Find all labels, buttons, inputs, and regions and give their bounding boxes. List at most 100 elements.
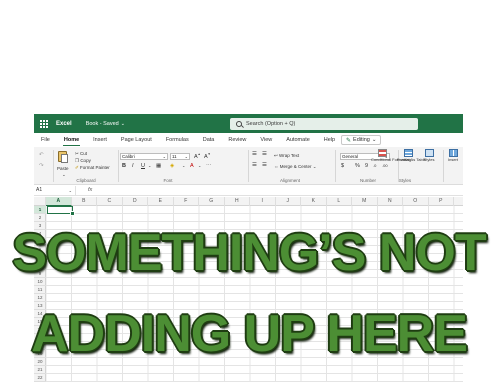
function-icon[interactable]: fx bbox=[88, 187, 92, 193]
decrease-font-size-icon[interactable]: A▼ bbox=[204, 152, 211, 160]
search-placeholder: Search (Option + Q) bbox=[246, 121, 296, 127]
tab-home[interactable]: Home bbox=[57, 133, 86, 147]
paste-button[interactable] bbox=[57, 151, 69, 164]
align-top-icon[interactable]: ☰ bbox=[252, 151, 257, 157]
selected-cell[interactable] bbox=[47, 206, 75, 216]
formula-bar: A1 ⌄ fx bbox=[34, 185, 463, 196]
tab-formulas[interactable]: Formulas bbox=[159, 133, 196, 147]
italic-button[interactable]: I bbox=[132, 163, 134, 169]
column-headers: ABCDEFGHIJKLMNOP bbox=[34, 197, 463, 206]
format-painter-button[interactable]: ✐ Format Painter bbox=[75, 165, 110, 171]
percent-button[interactable]: % bbox=[355, 163, 360, 169]
chevron-down-icon[interactable]: ⌄ bbox=[198, 163, 201, 168]
row-header-21[interactable]: 21 bbox=[34, 366, 46, 374]
copy-label: Copy bbox=[80, 158, 91, 163]
name-box[interactable]: A1 ⌄ bbox=[34, 185, 76, 195]
format-as-table-label: Format As Table bbox=[397, 157, 426, 162]
tab-file[interactable]: File bbox=[34, 133, 57, 147]
app-name[interactable]: Excel bbox=[56, 121, 72, 127]
app-launcher-icon[interactable] bbox=[34, 114, 54, 133]
increase-font-size-icon[interactable]: A▲ bbox=[194, 152, 201, 160]
column-header-g[interactable]: G bbox=[199, 197, 225, 206]
font-color-icon[interactable]: A bbox=[190, 163, 194, 169]
chevron-down-icon[interactable]: ⌄ bbox=[148, 163, 151, 168]
cell-styles-icon bbox=[424, 149, 434, 157]
undo-group: ↶ ↷ bbox=[36, 149, 52, 183]
row-header-1[interactable]: 1 bbox=[34, 206, 46, 214]
chevron-down-icon: ⌄ bbox=[162, 154, 166, 159]
cut-button[interactable]: ✂ Cut bbox=[75, 151, 87, 157]
tab-help[interactable]: Help bbox=[317, 133, 342, 147]
chevron-down-icon: ⌄ bbox=[120, 120, 125, 127]
font-name-select[interactable]: Calibri ⌄ bbox=[120, 153, 168, 160]
font-name-value: Calibri bbox=[122, 154, 135, 159]
paste-label[interactable]: Paste bbox=[57, 166, 69, 171]
font-size-value: 11 bbox=[172, 154, 177, 159]
redo-icon[interactable]: ↷ bbox=[39, 163, 44, 169]
column-header-d[interactable]: D bbox=[123, 197, 148, 206]
insert-cells-icon bbox=[448, 149, 458, 157]
bold-button[interactable]: B bbox=[122, 163, 126, 169]
cut-label: Cut bbox=[80, 151, 88, 156]
column-header-a[interactable]: A bbox=[46, 197, 72, 206]
alignment-group: ☰ ☰ ☰ ☰ ↩ Wrap Text ⇔ Merge & Center ⌄ A… bbox=[250, 149, 330, 183]
wrap-text-icon: ↩ bbox=[274, 153, 278, 158]
tab-view[interactable]: View bbox=[253, 133, 279, 147]
cell-styles-button[interactable]: Styles bbox=[421, 149, 437, 162]
scissors-icon: ✂ bbox=[75, 151, 79, 156]
row-header-11[interactable]: 11 bbox=[34, 286, 46, 294]
document-name-label: Book - Saved bbox=[85, 120, 119, 127]
underline-button[interactable]: U bbox=[141, 163, 145, 169]
align-middle-icon[interactable]: ☰ bbox=[262, 151, 267, 157]
wrap-text-button[interactable]: ↩ Wrap Text bbox=[274, 153, 299, 159]
select-all-corner[interactable] bbox=[34, 197, 46, 206]
conditional-formatting-button[interactable]: Conditional Formatting bbox=[371, 149, 411, 162]
fill-color-icon[interactable]: ◈ bbox=[170, 163, 174, 169]
chevron-down-icon: ⌄ bbox=[312, 164, 317, 169]
column-header-p[interactable]: P bbox=[429, 197, 454, 206]
font-group-label: Font bbox=[163, 178, 173, 183]
search-box[interactable]: Search (Option + Q) bbox=[230, 118, 418, 130]
wrap-text-label: Wrap Text bbox=[279, 153, 300, 158]
tab-page-layout[interactable]: Page Layout bbox=[114, 133, 159, 147]
search-icon bbox=[236, 121, 242, 127]
font-size-select[interactable]: 11 ⌄ bbox=[170, 153, 190, 160]
chevron-down-icon[interactable]: ⌄ bbox=[182, 163, 185, 169]
copy-button[interactable]: ❐ Copy bbox=[75, 158, 91, 164]
column-header-l[interactable]: L bbox=[327, 197, 352, 206]
clipboard-group: Paste ⌄ ✂ Cut ❐ Copy ✐ Format Painter Cl… bbox=[54, 149, 118, 183]
merge-center-button[interactable]: ⇔ Merge & Center ⌄ bbox=[274, 164, 317, 170]
column-header-f[interactable]: F bbox=[174, 197, 199, 206]
styles-group: Conditional Formatting Format As Table S… bbox=[367, 149, 443, 183]
align-left-icon[interactable]: ☰ bbox=[252, 162, 257, 168]
cell-styles-label: Styles bbox=[423, 157, 435, 162]
align-center-icon[interactable]: ☰ bbox=[262, 162, 267, 168]
row-header-22[interactable]: 22 bbox=[34, 374, 46, 382]
format-as-table-button[interactable]: Format As Table bbox=[397, 149, 426, 162]
tab-data[interactable]: Data bbox=[196, 133, 222, 147]
undo-icon[interactable]: ↶ bbox=[39, 152, 44, 158]
column-header-o[interactable]: O bbox=[403, 197, 429, 206]
merge-icon: ⇔ bbox=[274, 164, 279, 169]
editing-mode-button[interactable]: ✎ Editing ⌄ bbox=[341, 135, 382, 145]
tab-insert[interactable]: Insert bbox=[86, 133, 114, 147]
document-name[interactable]: Book - Saved ⌄ bbox=[86, 121, 125, 127]
column-header-h[interactable]: H bbox=[225, 197, 250, 206]
column-header-n[interactable]: N bbox=[378, 197, 403, 206]
column-header-i[interactable]: I bbox=[250, 197, 276, 206]
column-header-j[interactable]: J bbox=[276, 197, 301, 206]
insert-cells-button[interactable]: Insert bbox=[445, 149, 461, 162]
tab-automate[interactable]: Automate bbox=[279, 133, 317, 147]
format-painter-label: Format Painter bbox=[80, 165, 110, 170]
column-header-m[interactable]: M bbox=[352, 197, 378, 206]
column-header-k[interactable]: K bbox=[301, 197, 327, 206]
column-header-b[interactable]: B bbox=[72, 197, 97, 206]
borders-icon[interactable]: ▦ bbox=[156, 163, 161, 169]
currency-button[interactable]: $ bbox=[341, 163, 344, 169]
row-header-2[interactable]: 2 bbox=[34, 214, 46, 222]
row-header-12[interactable]: 12 bbox=[34, 294, 46, 302]
column-header-e[interactable]: E bbox=[148, 197, 174, 206]
more-options-icon[interactable]: ⋯ bbox=[206, 163, 212, 169]
tab-review[interactable]: Review bbox=[221, 133, 253, 147]
column-header-c[interactable]: C bbox=[97, 197, 123, 206]
